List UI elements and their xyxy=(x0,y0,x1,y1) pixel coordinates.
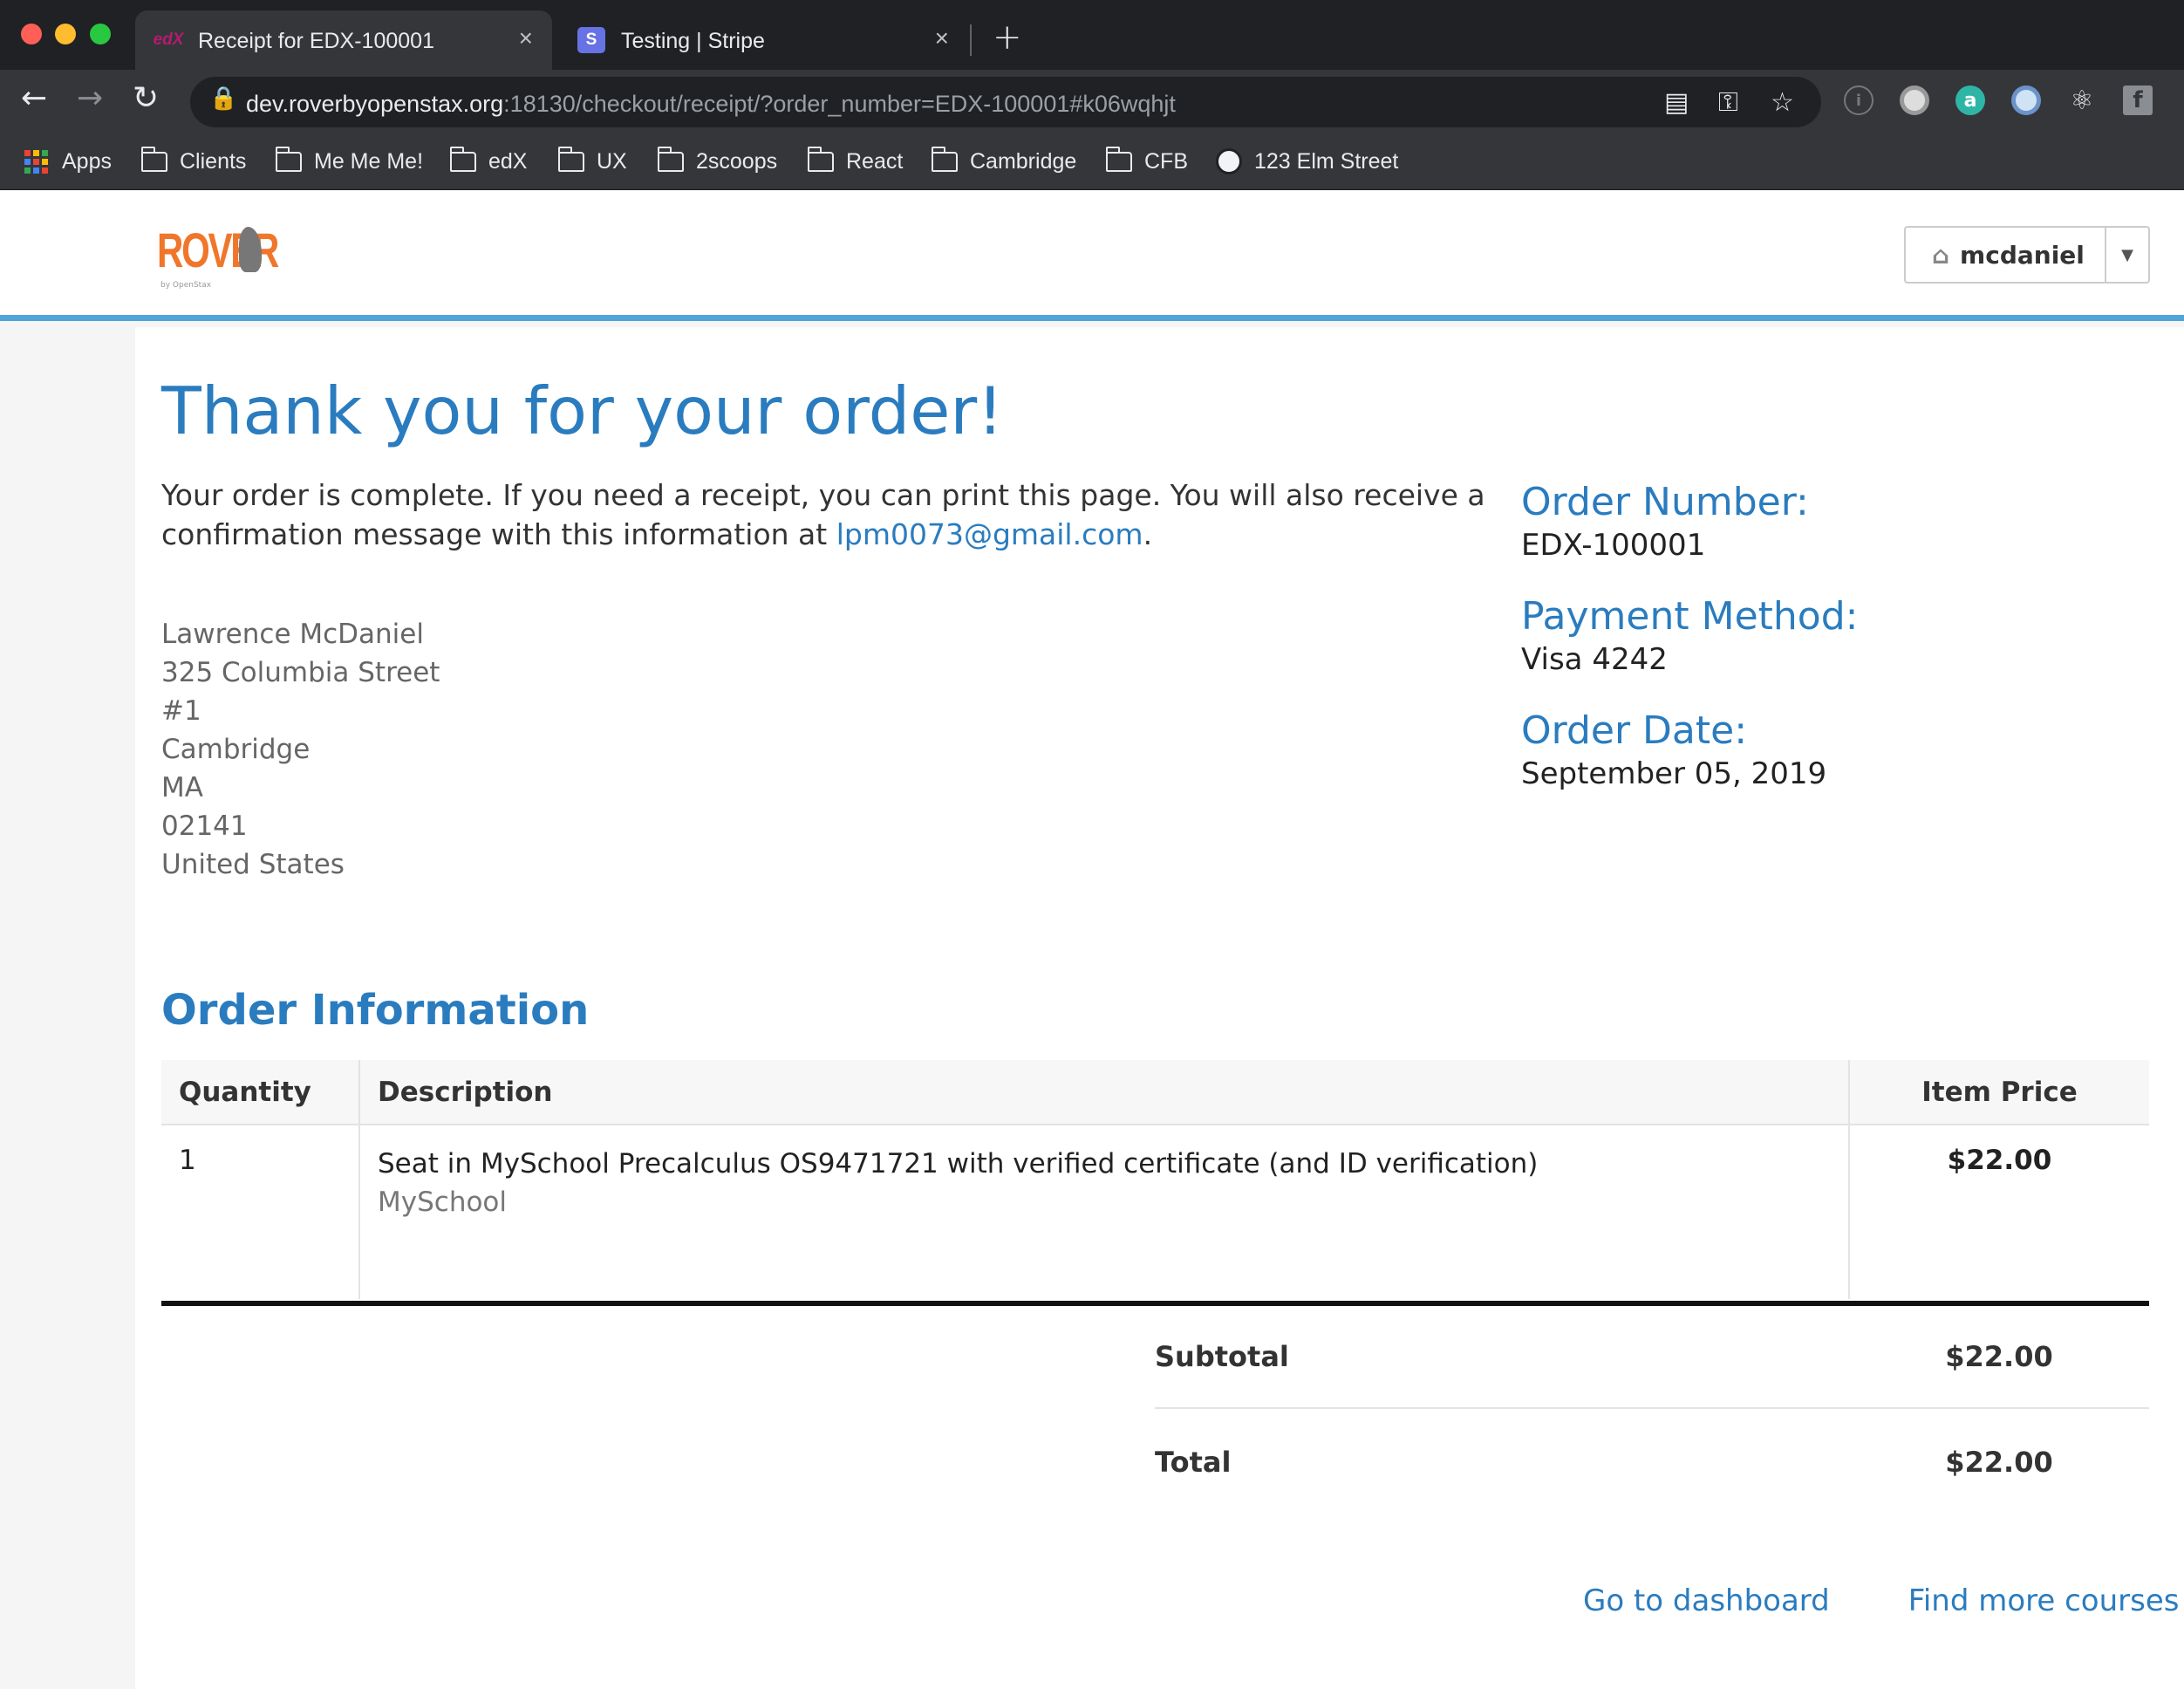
page-title: Thank you for your order! xyxy=(161,373,1004,449)
total-value: $22.00 xyxy=(1945,1446,2053,1479)
apps-grid-icon xyxy=(24,149,48,174)
total-label: Total xyxy=(1155,1446,1232,1479)
address-name: Lawrence McDaniel xyxy=(161,619,424,650)
home-icon: ⌂ xyxy=(1932,240,1950,270)
item-price-header: Item Price xyxy=(1849,1060,2149,1125)
lock-icon[interactable]: 🔒 xyxy=(209,85,237,112)
folder-icon xyxy=(1105,146,1132,172)
order-items-table: Quantity Description Item Price 1 Seat i… xyxy=(161,1060,2149,1299)
username: mcdaniel xyxy=(1960,240,2085,270)
tab-close-icon[interactable]: × xyxy=(519,24,533,52)
bookmark-123-elm-street[interactable]: 123 Elm Street xyxy=(1216,144,1398,179)
site-header: ROVER by OpenStax ⌂ mcdaniel ▼ xyxy=(0,190,2184,321)
folder-icon xyxy=(140,146,167,172)
find-more-courses-link[interactable]: Find more courses xyxy=(1908,1583,2180,1618)
order-date: September 05, 2019 xyxy=(1521,756,1827,791)
key-icon[interactable]: ⚿ xyxy=(1718,87,1738,118)
a-extension-icon[interactable]: a xyxy=(1955,85,1985,115)
circle-extension-icon[interactable] xyxy=(2011,85,2041,115)
new-tab-button[interactable]: + xyxy=(993,17,1022,58)
bookmark-apps[interactable]: Apps xyxy=(24,144,112,179)
globe-icon xyxy=(1216,148,1242,174)
receipt-actions: Go to dashboard Find more courses xyxy=(1583,1583,2179,1618)
bookmarks-bar: Apps Clients Me Me Me! edX UX 2scoops Re… xyxy=(0,135,2184,190)
subtotal-label: Subtotal xyxy=(1155,1340,1289,1373)
bookmark-2scoops[interactable]: 2scoops xyxy=(657,144,777,179)
stripe-favicon-icon: S xyxy=(577,27,605,53)
order-complete-message: Your order is complete. If you need a re… xyxy=(161,478,1485,551)
reload-icon[interactable]: ↻ xyxy=(133,80,159,116)
bookmark-edx[interactable]: edX xyxy=(449,144,527,179)
bookmark-cfb[interactable]: CFB xyxy=(1105,144,1188,179)
address-state: MA xyxy=(161,772,203,803)
browser-toolbar: ← → ↻ 🔒 dev.roverbyopenstax.org:18130/ch… xyxy=(0,70,2184,135)
user-menu: ⌂ mcdaniel ▼ xyxy=(1904,226,2150,284)
url-text[interactable]: dev.roverbyopenstax.org:18130/checkout/r… xyxy=(246,91,1176,118)
bookmark-clients[interactable]: Clients xyxy=(140,144,246,179)
order-date-label: Order Date: xyxy=(1521,708,1748,753)
folder-icon xyxy=(557,146,584,172)
payment-method-label: Payment Method: xyxy=(1521,594,1859,639)
subtotal-row: Subtotal $22.00 xyxy=(1155,1306,2149,1409)
tab-receipt[interactable]: edX Receipt for EDX-100001 × xyxy=(135,10,552,70)
back-arrow-icon[interactable]: ← xyxy=(21,80,47,116)
info-extension-icon[interactable]: i xyxy=(1844,85,1873,115)
tab-stripe[interactable]: S Testing | Stripe × xyxy=(558,10,968,70)
window-maximize-button[interactable] xyxy=(90,24,111,44)
tab-close-icon[interactable]: × xyxy=(935,24,949,52)
facebook-extension-icon[interactable]: f xyxy=(2123,85,2153,115)
billing-address: Lawrence McDaniel 325 Columbia Street #1… xyxy=(161,615,440,884)
quantity-header: Quantity xyxy=(161,1060,360,1125)
tab-title: Testing | Stripe xyxy=(621,29,765,53)
bookmark-cambridge[interactable]: Cambridge xyxy=(931,144,1076,179)
folder-icon xyxy=(807,146,834,172)
item-price: $22.00 xyxy=(1947,1145,2052,1176)
folder-icon xyxy=(449,146,476,172)
caret-down-icon: ▼ xyxy=(2121,245,2133,264)
email-link[interactable]: lpm0073@gmail.com xyxy=(836,517,1143,551)
subtotal-value: $22.00 xyxy=(1945,1340,2053,1373)
react-extension-icon[interactable]: ⚛ xyxy=(2067,85,2097,116)
address-country: United States xyxy=(161,849,345,880)
bookmark-me-me-me[interactable]: Me Me Me! xyxy=(275,144,423,179)
total-row: Total $22.00 xyxy=(1155,1411,2149,1514)
window-minimize-button[interactable] xyxy=(55,24,76,44)
address-postal-code: 02141 xyxy=(161,810,248,842)
bookmark-ux[interactable]: UX xyxy=(557,144,627,179)
item-description: Seat in MySchool Precalculus OS9471721 w… xyxy=(378,1148,1539,1180)
user-dashboard-button[interactable]: ⌂ mcdaniel xyxy=(1906,228,2106,282)
go-to-dashboard-link[interactable]: Go to dashboard xyxy=(1583,1583,1830,1618)
card-icon[interactable]: ▤ xyxy=(1664,87,1689,118)
bookmark-react[interactable]: React xyxy=(807,144,903,179)
item-organization: MySchool xyxy=(378,1186,508,1218)
folder-icon xyxy=(931,146,958,172)
edx-favicon-icon: edX xyxy=(153,31,184,49)
forward-arrow-icon[interactable]: → xyxy=(77,80,103,116)
tab-separator xyxy=(970,24,972,56)
table-header-row: Quantity Description Item Price xyxy=(161,1060,2149,1125)
tab-title: Receipt for EDX-100001 xyxy=(198,29,434,53)
address-bar[interactable]: 🔒 dev.roverbyopenstax.org:18130/checkout… xyxy=(190,77,1821,127)
address-unit: #1 xyxy=(161,695,201,727)
user-dropdown-toggle[interactable]: ▼ xyxy=(2106,228,2148,282)
table-row: 1 Seat in MySchool Precalculus OS9471721… xyxy=(161,1125,2149,1299)
star-icon[interactable]: ☆ xyxy=(1771,87,1794,118)
address-city: Cambridge xyxy=(161,734,311,765)
folder-icon xyxy=(657,146,684,172)
order-information-heading: Order Information xyxy=(161,986,590,1035)
rover-logo[interactable]: ROVER by OpenStax xyxy=(157,222,279,305)
order-summary: Order Number: EDX-100001 Payment Method:… xyxy=(1521,480,2132,823)
window-close-button[interactable] xyxy=(21,24,42,44)
receipt-content: Thank you for your order! Your order is … xyxy=(135,327,2184,1689)
order-number-label: Order Number: xyxy=(1521,480,1809,524)
item-quantity: 1 xyxy=(161,1125,360,1299)
folder-icon xyxy=(275,146,302,172)
description-header: Description xyxy=(359,1060,1850,1125)
record-extension-icon[interactable] xyxy=(1900,85,1929,115)
browser-tab-bar: edX Receipt for EDX-100001 × S Testing |… xyxy=(0,0,2184,70)
item-description-cell: Seat in MySchool Precalculus OS9471721 w… xyxy=(359,1125,1850,1299)
payment-method: Visa 4242 xyxy=(1521,642,1668,677)
address-street: 325 Columbia Street xyxy=(161,657,440,688)
order-number: EDX-100001 xyxy=(1521,528,1706,563)
